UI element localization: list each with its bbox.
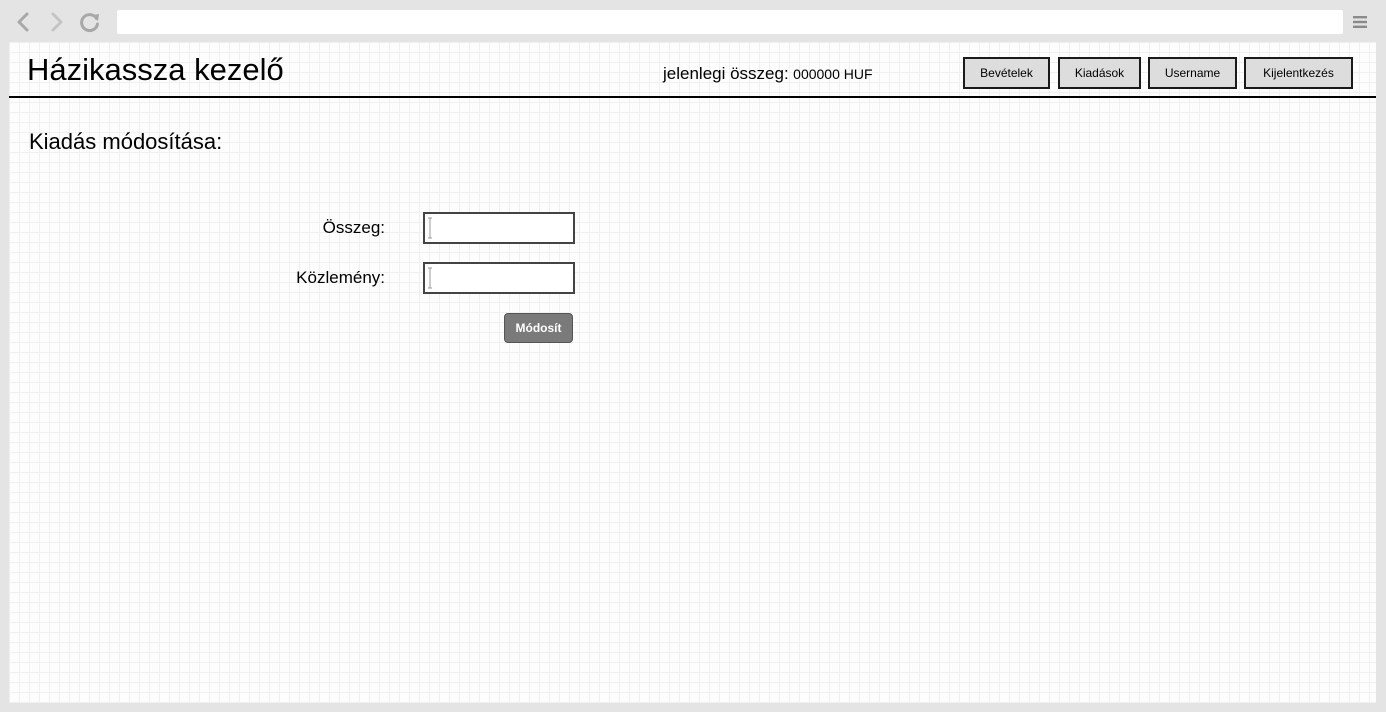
nav-username-button[interactable]: Username <box>1148 57 1237 89</box>
logout-button[interactable]: Kijelentkezés <box>1244 57 1353 89</box>
reload-button[interactable] <box>77 9 103 35</box>
hamburger-menu-icon <box>1353 16 1367 28</box>
nav-expense-button[interactable]: Kiadások <box>1058 57 1141 89</box>
address-bar[interactable] <box>117 10 1343 34</box>
reload-icon <box>80 13 99 33</box>
page-heading: Kiadás módosítása: <box>29 129 223 154</box>
browser-window: Házikassza kezelő jelenlegi összeg: 0000… <box>0 0 1386 712</box>
browser-toolbar <box>0 0 1386 42</box>
chevron-right-icon <box>51 12 63 32</box>
balance-display: jelenlegi összeg: 000000 HUF <box>663 64 873 84</box>
amount-label: Összeg: <box>322 218 385 237</box>
note-label: Közlemény: <box>296 268 385 287</box>
nav-income-button[interactable]: Bevételek <box>963 57 1050 89</box>
browser-menu-button[interactable] <box>1350 12 1370 32</box>
submit-modify-button[interactable]: Módosít <box>504 313 573 343</box>
amount-input[interactable] <box>423 212 575 244</box>
note-input[interactable] <box>423 262 575 294</box>
page-viewport: Házikassza kezelő jelenlegi összeg: 0000… <box>9 42 1376 703</box>
forward-button[interactable] <box>44 9 70 35</box>
app-title: Házikassza kezelő <box>27 52 284 87</box>
header-divider <box>9 96 1376 98</box>
balance-value: 000000 HUF <box>793 66 873 82</box>
back-button[interactable] <box>10 9 36 35</box>
chevron-left-icon <box>17 12 29 32</box>
balance-label: jelenlegi összeg: <box>663 64 789 83</box>
